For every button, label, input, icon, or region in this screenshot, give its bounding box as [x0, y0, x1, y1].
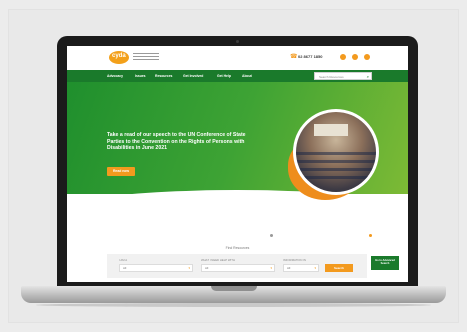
read-now-button[interactable]: Read now: [107, 167, 135, 176]
search-input[interactable]: Search Resources ⌕: [314, 72, 372, 80]
nav-advocacy[interactable]: Advocacy: [107, 74, 123, 78]
phone-icon: ☎: [290, 54, 298, 60]
camera-dot: [236, 40, 239, 43]
laptop-screen: cyda ☎ 02 8677 1850 Advocacy Issues Reso…: [67, 46, 408, 282]
hero-heading: Take a read of our speech to the UN Conf…: [107, 132, 246, 152]
nav-get-help[interactable]: Get Help: [217, 74, 231, 78]
site-header: cyda ☎ 02 8677 1850: [67, 46, 408, 70]
chevron-down-icon: ▾: [188, 266, 190, 270]
logo-text: cyda: [112, 53, 126, 59]
carousel-dot[interactable]: [369, 234, 372, 237]
filter-label: WHAT I NEED HELP WITH: [201, 258, 236, 262]
laptop-notch: [211, 286, 257, 291]
laptop-lid: cyda ☎ 02 8677 1850 Advocacy Issues Reso…: [57, 36, 418, 286]
chevron-down-icon: ▾: [270, 266, 272, 270]
facebook-icon[interactable]: [340, 54, 346, 60]
filter-select[interactable]: All ▾: [283, 264, 319, 272]
carousel-dot[interactable]: [270, 234, 273, 237]
twitter-icon[interactable]: [352, 54, 358, 60]
hero-curve: [67, 190, 408, 194]
instagram-icon[interactable]: [364, 54, 370, 60]
search-icon[interactable]: ⌕: [367, 74, 369, 79]
nav-resources[interactable]: Resources: [155, 74, 172, 78]
main-nav: Advocacy Issues Resources Get Involved G…: [67, 70, 408, 82]
phone-number[interactable]: 02 8677 1850: [298, 54, 322, 59]
resource-filter: I AM A All ▾ WHAT I NEED HELP WITH All ▾ I…: [107, 254, 367, 278]
logo-tagline: [133, 53, 159, 62]
nav-about[interactable]: About: [242, 74, 252, 78]
search-button[interactable]: Search: [325, 264, 353, 272]
chevron-down-icon: ▾: [314, 266, 316, 270]
nav-issues[interactable]: Issues: [135, 74, 146, 78]
filter-label: I AM A: [119, 258, 128, 262]
filter-select[interactable]: All ▾: [201, 264, 275, 272]
search-placeholder: Search Resources: [319, 75, 344, 79]
conference-photo: [296, 112, 376, 192]
advanced-search-button[interactable]: Go to Advanced Search: [371, 256, 399, 270]
filter-select[interactable]: All ▾: [119, 264, 193, 272]
laptop-shadow: [36, 303, 431, 307]
laptop-base: [21, 286, 446, 303]
find-resources-label: Find Resources: [225, 246, 250, 250]
filter-label: INFORMATION IN: [283, 258, 306, 262]
nav-get-involved[interactable]: Get Involved: [183, 74, 203, 78]
